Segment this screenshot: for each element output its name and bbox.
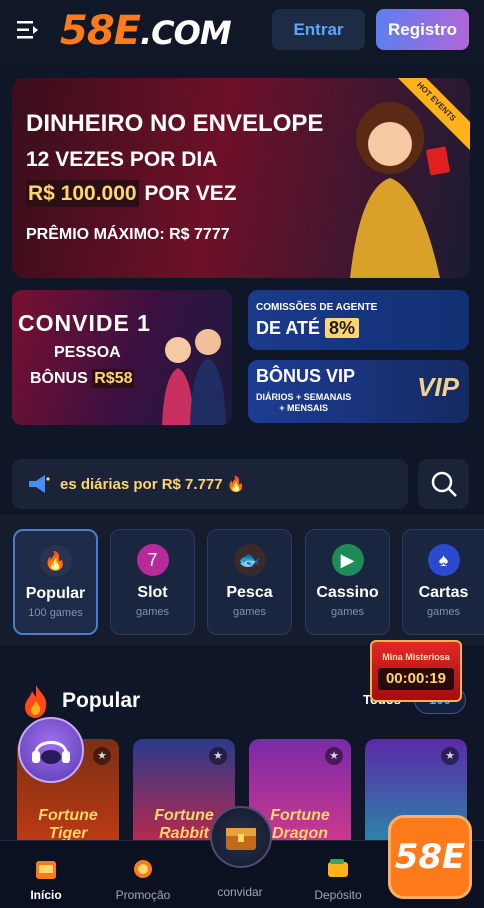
treasure-chest-icon[interactable] <box>210 806 272 868</box>
flame-icon: 🔥 <box>39 545 72 577</box>
marquee-text: es diárias por R$ 7.777 🔥 <box>60 476 246 493</box>
menu-icon[interactable] <box>16 18 40 42</box>
register-button[interactable]: Registro <box>376 9 469 50</box>
category-pesca[interactable]: 🐟 Pesca games <box>207 529 292 635</box>
support-chat-button[interactable] <box>18 717 84 783</box>
wallet-icon <box>328 859 348 877</box>
invite-title: CONVIDE 1 <box>18 310 151 336</box>
mystery-mine-widget[interactable]: Mina Misteriosa 00:00:19 <box>366 616 466 702</box>
agents-illustration <box>162 329 226 425</box>
invite-promo-card[interactable]: CONVIDE 1 PESSOA BÔNUS R$58 <box>12 290 232 425</box>
site-logo[interactable]: 58E.COM <box>60 8 232 54</box>
chest-icon <box>226 828 256 850</box>
category-slot[interactable]: 7 Slot games <box>110 529 195 635</box>
agent-title: COMISSÕES DE AGENTE <box>256 302 378 313</box>
search-icon <box>431 471 457 497</box>
vip-title: BÔNUS VIP <box>256 366 356 386</box>
search-button[interactable] <box>418 459 469 509</box>
category-popular[interactable]: 🔥 Popular 100 games <box>13 529 98 635</box>
favorite-icon[interactable]: ★ <box>209 747 227 765</box>
vip-logo: VIP <box>417 372 459 402</box>
vip-bonus-card[interactable]: BÔNUS VIP DIÁRIOS + SEMANAIS + MENSAIS VI… <box>248 360 469 423</box>
medal-icon <box>134 860 152 878</box>
announcement-marquee[interactable]: es diárias por R$ 7.777 🔥 <box>12 459 408 509</box>
slot-machine-icon <box>36 861 56 879</box>
invite-subtitle: PESSOA <box>54 344 121 361</box>
fire-icon <box>25 685 47 718</box>
favorite-icon[interactable]: ★ <box>93 747 111 765</box>
hero-max-prize: PRÊMIO MÁXIMO: R$ 7777 <box>26 226 230 243</box>
hero-title: DINHEIRO NO ENVELOPE <box>26 110 324 137</box>
favorite-icon[interactable]: ★ <box>325 747 343 765</box>
login-button[interactable]: Entrar <box>272 9 365 50</box>
mystery-timer: 00:00:19 <box>378 668 454 690</box>
top-header: 58E.COM Entrar Registro <box>0 0 484 62</box>
brand-float-button[interactable]: 58E <box>388 815 472 899</box>
invite-bonus: BÔNUS R$58 <box>30 369 135 388</box>
nav-promocao[interactable]: Promoção <box>103 855 183 902</box>
slot-icon: 7 <box>136 544 169 576</box>
popular-title: Popular <box>62 689 141 712</box>
headset-icon <box>32 741 70 764</box>
hero-subtitle: 12 VEZES POR DIA <box>26 148 218 171</box>
nav-inicio[interactable]: Início <box>6 855 86 902</box>
mystery-box: Mina Misteriosa 00:00:19 <box>370 640 462 702</box>
hero-banner[interactable]: DINHEIRO NO ENVELOPE 12 VEZES POR DIA R$… <box>12 78 470 278</box>
nav-deposito[interactable]: Depósito <box>298 855 378 902</box>
favorite-icon[interactable]: ★ <box>441 747 459 765</box>
tv-icon: ▶ <box>331 544 364 576</box>
mystery-label: Mina Misteriosa <box>382 652 450 662</box>
vip-subtitle: DIÁRIOS + SEMANAIS + MENSAIS <box>256 392 352 413</box>
hero-amount-line: R$ 100.000 POR VEZ <box>26 180 237 207</box>
fish-icon: 🐟 <box>233 544 266 576</box>
cards-icon: ♠ <box>427 544 460 576</box>
agent-rate: DE ATÉ 8% <box>256 318 360 339</box>
agent-commission-card[interactable]: COMISSÕES DE AGENTE DE ATÉ 8% <box>248 290 469 350</box>
megaphone-icon <box>29 475 50 493</box>
